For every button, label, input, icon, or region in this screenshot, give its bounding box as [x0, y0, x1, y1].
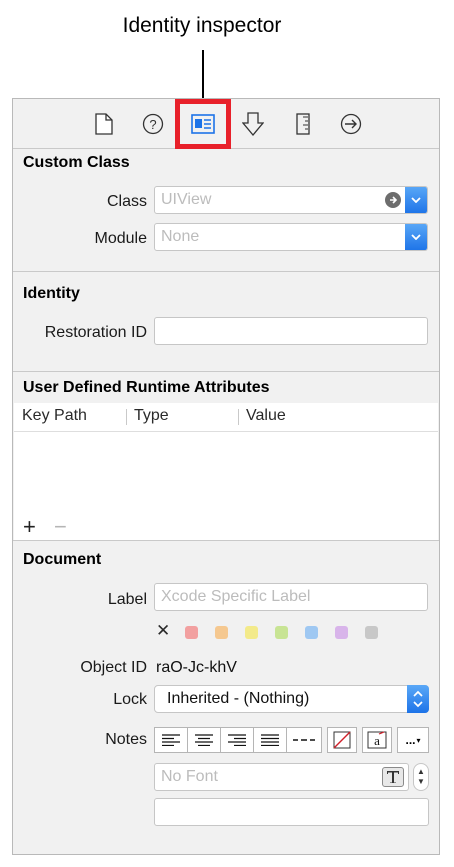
notes-label: Notes [105, 731, 147, 748]
align-right-icon[interactable] [220, 727, 254, 753]
more-options-icon[interactable]: ... ▾ [397, 727, 429, 753]
clear-color-label-button[interactable]: ✕ [156, 621, 170, 641]
class-dropdown-button[interactable] [405, 187, 427, 213]
background-color-icon[interactable]: a [362, 727, 392, 753]
font-picker-icon[interactable] [382, 767, 404, 787]
class-field[interactable]: UIView [154, 186, 428, 214]
file-inspector-icon[interactable] [90, 111, 118, 137]
go-to-class-icon[interactable] [385, 192, 401, 208]
align-natural-icon[interactable] [286, 727, 322, 753]
font-field-placeholder: No Font [161, 768, 218, 785]
document-heading: Document [23, 551, 102, 568]
callout-line [202, 50, 204, 98]
add-attribute-button[interactable]: + [23, 516, 36, 538]
lock-label: Lock [113, 691, 147, 708]
color-label-swatch[interactable] [305, 626, 318, 639]
color-label-swatch[interactable] [275, 626, 288, 639]
quick-help-icon[interactable]: ? [139, 111, 167, 137]
remove-attribute-button[interactable]: − [54, 516, 67, 538]
column-separator [126, 409, 127, 425]
restoration-id-label: Restoration ID [44, 324, 147, 341]
column-separator [238, 409, 239, 425]
section-divider [13, 271, 439, 272]
align-left-icon[interactable] [154, 727, 188, 753]
document-label-field[interactable]: Xcode Specific Label [154, 583, 428, 611]
lock-popup-stepper[interactable] [407, 685, 429, 713]
svg-text:?: ? [149, 117, 156, 132]
table-header-line [14, 431, 438, 432]
inspector-tab-bar: ? [13, 99, 439, 149]
column-header-value[interactable]: Value [246, 407, 286, 425]
notes-text-field[interactable] [154, 798, 429, 826]
size-inspector-icon[interactable] [289, 111, 317, 137]
class-label: Class [106, 193, 147, 210]
text-color-icon[interactable] [327, 727, 357, 753]
module-field[interactable]: None [154, 223, 428, 251]
lock-popup[interactable]: Inherited - (Nothing) [154, 685, 429, 713]
color-label-swatch[interactable] [335, 626, 348, 639]
color-label-swatch[interactable] [215, 626, 228, 639]
restoration-id-field[interactable] [154, 317, 428, 345]
svg-text:a: a [374, 733, 380, 748]
callout-title: Identity inspector [122, 14, 282, 37]
color-label-swatch[interactable] [245, 626, 258, 639]
column-header-type[interactable]: Type [134, 407, 169, 425]
connections-inspector-icon[interactable] [337, 111, 365, 137]
runtime-attributes-table[interactable]: Key Path Type Value + − [14, 403, 438, 540]
attributes-inspector-icon[interactable] [239, 111, 267, 137]
object-id-label: Object ID [80, 659, 147, 676]
class-field-placeholder: UIView [161, 191, 212, 208]
more-options-label: ... [405, 733, 416, 747]
identity-heading: Identity [23, 285, 80, 302]
label-label: Label [107, 591, 147, 608]
object-id-value: raO-Jc-khV [156, 659, 237, 676]
module-label: Module [94, 230, 147, 247]
column-header-key-path[interactable]: Key Path [22, 407, 87, 425]
inspector-panel: ? Custom Class Class UIView Module None [12, 98, 440, 855]
section-divider [13, 371, 439, 372]
selected-tab-highlight [175, 99, 231, 149]
lock-popup-value: Inherited - (Nothing) [167, 690, 310, 707]
module-field-placeholder: None [161, 228, 200, 245]
align-center-icon[interactable] [187, 727, 221, 753]
color-label-swatch[interactable] [185, 626, 198, 639]
custom-class-heading: Custom Class [23, 154, 130, 171]
align-justify-icon[interactable] [253, 727, 287, 753]
runtime-attributes-heading: User Defined Runtime Attributes [23, 379, 270, 396]
color-label-swatch[interactable] [365, 626, 378, 639]
module-dropdown-button[interactable] [405, 224, 427, 250]
font-size-stepper[interactable]: ▲ ▼ [413, 763, 429, 791]
font-field[interactable]: No Font [154, 763, 409, 791]
section-divider [13, 540, 439, 541]
